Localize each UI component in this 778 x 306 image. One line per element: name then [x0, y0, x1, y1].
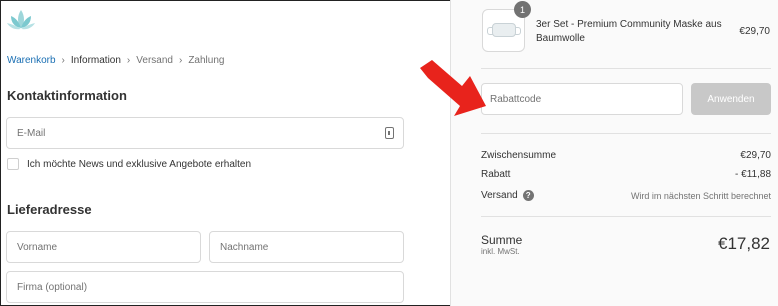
first-name-field-wrapper: [6, 231, 201, 263]
shipping-address-title: Lieferadresse: [7, 202, 92, 217]
mask-product-icon: [487, 23, 521, 37]
subtotal-label: Zwischensumme: [481, 150, 557, 161]
product-name: 3er Set - Premium Community Maske aus Ba…: [536, 19, 722, 44]
subtotal-row: Zwischensumme €29,70: [481, 150, 771, 161]
newsletter-label: Ich möchte News und exklusive Angebote e…: [27, 158, 252, 170]
divider: [481, 216, 771, 217]
total-value: €17,82: [718, 234, 770, 253]
breadcrumb-cart-link[interactable]: Warenkorb: [7, 55, 56, 66]
newsletter-option[interactable]: Ich möchte News und exklusive Angebote e…: [7, 158, 251, 170]
email-field-wrapper: [6, 117, 404, 149]
last-name-field-wrapper: [209, 231, 404, 263]
divider: [481, 133, 771, 134]
discount-code-field-wrapper: [481, 83, 683, 115]
lotus-logo-icon[interactable]: [6, 8, 36, 34]
chevron-right-icon: ›: [178, 55, 183, 66]
product-price: €29,70: [739, 26, 770, 37]
company-field[interactable]: [7, 272, 403, 302]
breadcrumb-payment: Zahlung: [188, 55, 225, 66]
shipping-label: Versand: [481, 190, 518, 202]
contact-card-icon: [385, 127, 394, 139]
newsletter-checkbox[interactable]: [7, 158, 19, 170]
subtotal-value: €29,70: [740, 150, 771, 161]
discount-label: Rabatt: [481, 169, 511, 180]
discount-value: - €11,88: [735, 169, 771, 180]
discount-code-field[interactable]: [482, 84, 682, 114]
quantity-badge: 1: [514, 1, 531, 18]
discount-row: Rabatt - €11,88: [481, 169, 771, 180]
last-name-field[interactable]: [210, 232, 403, 262]
help-icon[interactable]: ?: [522, 190, 534, 201]
red-arrow-icon: [420, 60, 486, 116]
total-label: Summe: [481, 233, 523, 247]
breadcrumb: Warenkorb › Information › Versand › Zahl…: [7, 55, 224, 66]
chevron-right-icon: ›: [126, 55, 131, 66]
company-field-wrapper: [6, 271, 404, 303]
apply-discount-button[interactable]: Anwenden: [691, 83, 771, 115]
first-name-field[interactable]: [7, 232, 200, 262]
chevron-right-icon: ›: [61, 55, 65, 66]
shipping-label-group: Versand?: [481, 190, 534, 201]
breadcrumb-information: Information: [70, 55, 121, 66]
total-tax-note: inkl. MwSt.: [481, 247, 520, 256]
contact-section-title: Kontaktinformation: [7, 88, 127, 103]
divider: [481, 68, 771, 69]
shipping-value: Wird im nächsten Schritt berechnet: [630, 190, 771, 201]
breadcrumb-shipping: Versand: [136, 55, 173, 66]
email-field[interactable]: [7, 118, 403, 148]
shipping-row: Versand? Wird im nächsten Schritt berech…: [481, 190, 771, 201]
order-summary-panel: 1 3er Set - Premium Community Maske aus …: [450, 0, 778, 306]
